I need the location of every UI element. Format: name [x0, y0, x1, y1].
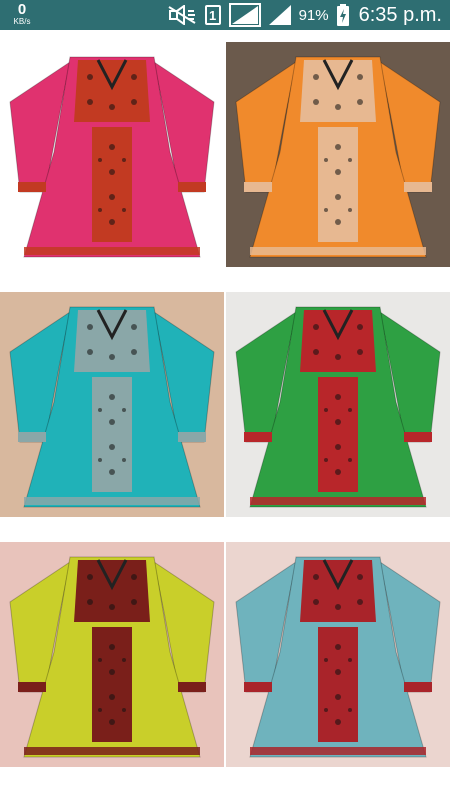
status-bar: 0 KB/s 1 91% 6:35 p.m.: [0, 0, 450, 30]
battery-charging-icon: [336, 4, 349, 26]
clock: 6:35 p.m.: [358, 3, 442, 26]
sim-label: 1: [208, 7, 217, 23]
battery-percent: 91%: [298, 6, 329, 24]
gallery-item-green-embroidered-dress[interactable]: [226, 292, 450, 517]
gallery-item-turquoise-embroidered-dress[interactable]: [0, 292, 224, 517]
lightblue-embroidered-dress-image: [226, 542, 450, 767]
gallery-item-pink-embroidered-dress[interactable]: [0, 42, 224, 267]
gallery-item-orange-embroidered-dress[interactable]: [226, 42, 450, 267]
mute-icon: [167, 5, 197, 25]
sim-icon: 1: [204, 5, 221, 25]
turquoise-embroidered-dress-image: [0, 292, 224, 517]
yellow-embroidered-dress-image: [0, 542, 224, 767]
signal-icon: [228, 3, 261, 27]
orange-embroidered-dress-image: [226, 42, 450, 267]
network-speed-unit: KB/s: [13, 17, 31, 26]
pink-embroidered-dress-image: [0, 42, 224, 267]
network-speed-value: 0: [17, 1, 27, 18]
signal-icon-2: [268, 5, 291, 25]
gallery-item-lightblue-embroidered-dress[interactable]: [226, 542, 450, 767]
network-speed: 0 KB/s: [10, 2, 34, 26]
green-embroidered-dress-image: [226, 292, 450, 517]
gallery-item-yellow-embroidered-dress[interactable]: [0, 542, 224, 767]
